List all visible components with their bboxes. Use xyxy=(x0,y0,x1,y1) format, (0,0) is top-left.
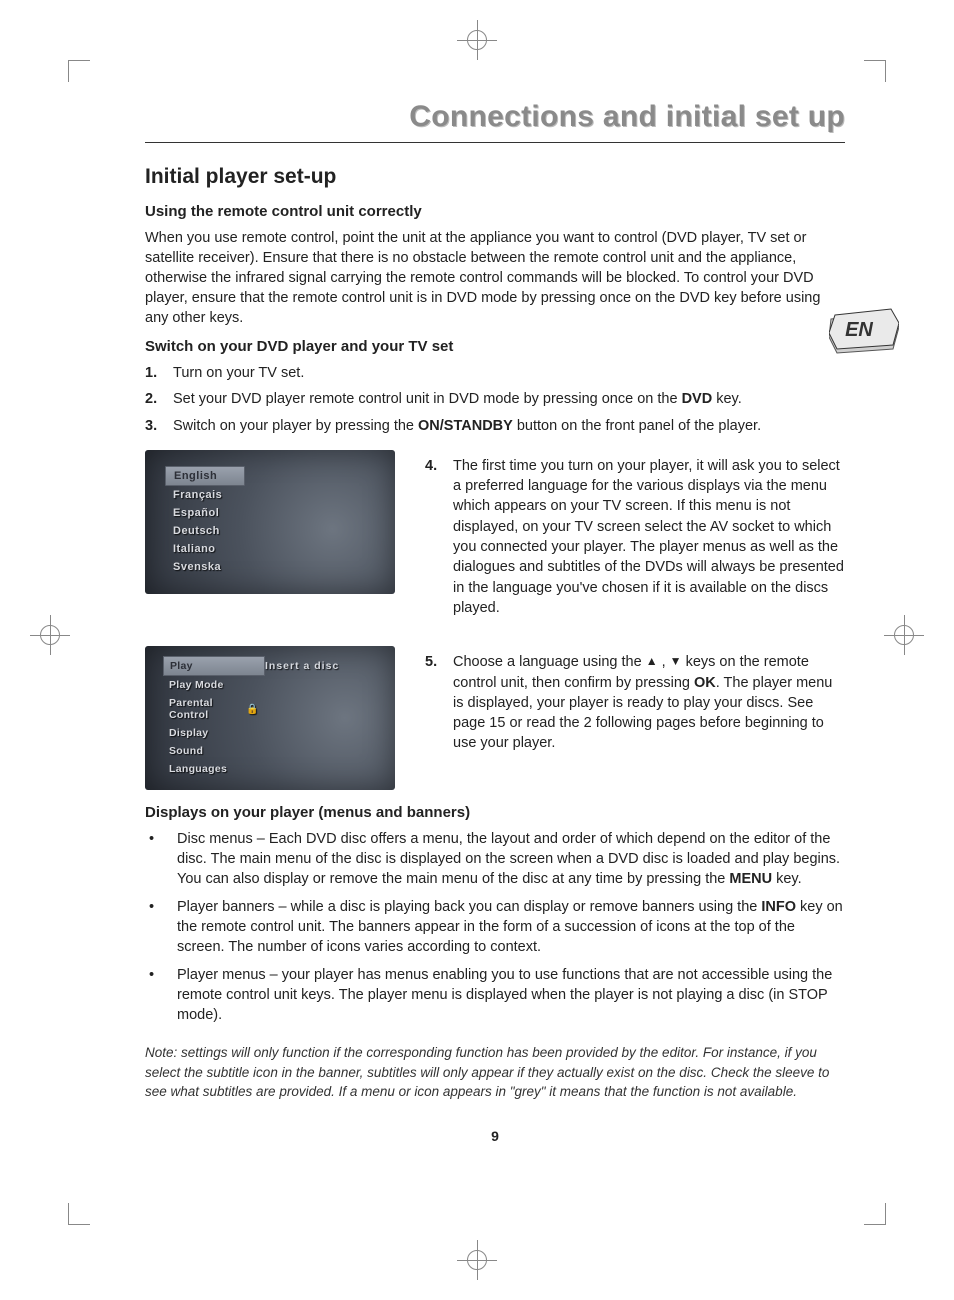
crop-mark-bottom xyxy=(457,1240,497,1280)
language-menu-screenshot: EnglishFrançaisEspañolDeutschItalianoSve… xyxy=(145,450,395,594)
step-4: 4. The first time you turn on your playe… xyxy=(425,456,845,618)
bullet-item: Player banners – while a disc is playing… xyxy=(145,897,845,957)
player-menu-item: Sound xyxy=(163,742,265,760)
corner-mark xyxy=(68,1203,90,1225)
step-number: 2. xyxy=(145,389,163,409)
corner-mark xyxy=(864,60,886,82)
language-option: English xyxy=(165,466,245,486)
lock-icon: 🔒 xyxy=(246,704,259,715)
step-5: 5. Choose a language using the ▲ , ▼ key… xyxy=(425,652,845,753)
step-number: 3. xyxy=(145,416,163,436)
step-text: The first time you turn on your player, … xyxy=(453,456,845,618)
crop-mark-right xyxy=(884,615,924,655)
up-arrow-icon: ▲ xyxy=(646,653,658,670)
page-number: 9 xyxy=(145,1128,845,1144)
bullet-text: Player banners – while a disc is playing… xyxy=(177,897,845,957)
subheading-displays: Displays on your player (menus and banne… xyxy=(145,804,845,821)
bullet-list: Disc menus – Each DVD disc offers a menu… xyxy=(145,829,845,1025)
step-text: Set your DVD player remote control unit … xyxy=(173,389,742,409)
page-title: Connections and initial set up xyxy=(145,100,845,134)
language-option: Svenska xyxy=(165,558,245,576)
player-menu-screenshot: PlayPlay ModeParental Control🔒DisplaySou… xyxy=(145,646,395,790)
step-text: Switch on your player by pressing the ON… xyxy=(173,416,761,436)
player-menu-item: Play Mode xyxy=(163,676,265,694)
step-item: 2. Set your DVD player remote control uni… xyxy=(145,389,845,409)
svg-text:EN: EN xyxy=(845,319,873,341)
step-item: 3. Switch on your player by pressing the … xyxy=(145,416,845,436)
step-number: 1. xyxy=(145,363,163,383)
step-text: Turn on your TV set. xyxy=(173,363,304,383)
player-menu-item: Display xyxy=(163,724,265,742)
bullet-item: Disc menus – Each DVD disc offers a menu… xyxy=(145,829,845,889)
language-option: Français xyxy=(165,486,245,504)
crop-mark-left xyxy=(30,615,70,655)
subheading-remote: Using the remote control unit correctly xyxy=(145,203,845,220)
step-text: Choose a language using the ▲ , ▼ keys o… xyxy=(453,652,845,753)
player-menu-item: Parental Control🔒 xyxy=(163,694,265,724)
section-heading: Initial player set-up xyxy=(145,165,845,189)
corner-mark xyxy=(864,1203,886,1225)
player-menu-item: Languages xyxy=(163,760,265,778)
language-option: Español xyxy=(165,504,245,522)
body-paragraph: When you use remote control, point the u… xyxy=(145,228,845,328)
subheading-switch-on: Switch on your DVD player and your TV se… xyxy=(145,338,845,355)
bullet-item: Player menus – your player has menus ena… xyxy=(145,965,845,1025)
player-menu-item: Play xyxy=(163,656,265,676)
step-number: 4. xyxy=(425,456,443,476)
note-text: Note: settings will only function if the… xyxy=(145,1043,845,1102)
insert-disc-label: Insert a disc xyxy=(265,656,339,778)
bullet-text: Player menus – your player has menus ena… xyxy=(177,965,845,1025)
down-arrow-icon: ▼ xyxy=(670,653,682,670)
crop-mark-top xyxy=(457,20,497,60)
divider xyxy=(145,142,845,143)
bullet-text: Disc menus – Each DVD disc offers a menu… xyxy=(177,829,845,889)
language-option: Italiano xyxy=(165,540,245,558)
step-list: 1. Turn on your TV set. 2. Set your DVD pla… xyxy=(145,363,845,436)
step-item: 1. Turn on your TV set. xyxy=(145,363,845,383)
step-number: 5. xyxy=(425,652,443,672)
corner-mark xyxy=(68,60,90,82)
language-option: Deutsch xyxy=(165,522,245,540)
